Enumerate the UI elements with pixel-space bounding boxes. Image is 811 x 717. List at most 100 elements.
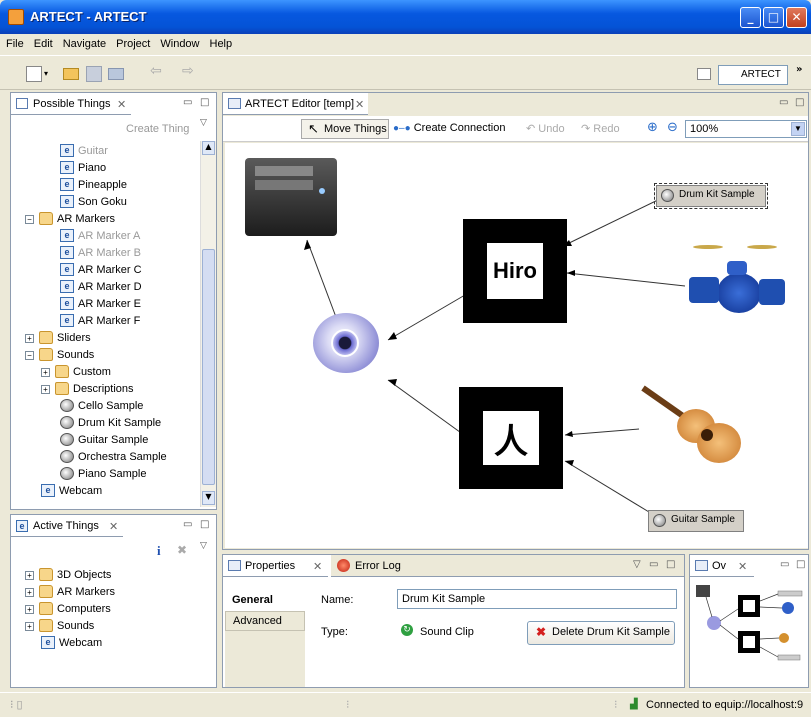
menu-project[interactable]: Project	[110, 34, 154, 50]
scroll-thumb[interactable]	[202, 249, 215, 485]
guitar-sample-node[interactable]: Guitar Sample	[648, 510, 744, 532]
close-tab-icon[interactable]: ✕	[355, 98, 364, 111]
zoom-in-icon[interactable]: ⊕	[647, 120, 658, 135]
new-icon[interactable]	[26, 66, 42, 82]
connection-icon: ●–●	[393, 123, 411, 134]
delete-thing-button[interactable]: ✖ Delete Drum Kit Sample	[527, 621, 675, 645]
kanji-marker-thing[interactable]: 人	[459, 387, 563, 489]
perspective-button[interactable]: ARTECT	[718, 65, 788, 85]
computer-thing[interactable]	[245, 158, 337, 236]
new-dropdown-icon[interactable]: ▾	[44, 69, 52, 85]
menu-bar: File Edit Navigate Project Window Help	[0, 34, 811, 56]
chevron-down-icon[interactable]: ▼	[791, 122, 805, 136]
tab-advanced[interactable]: Advanced	[225, 611, 305, 631]
menu-edit[interactable]: Edit	[28, 34, 57, 50]
overview-thumbnail[interactable]	[694, 583, 804, 683]
tab-active-things[interactable]: e Active Things ✕	[11, 515, 123, 537]
menu-help[interactable]: Help	[204, 34, 237, 50]
collapse-icon[interactable]: −	[25, 351, 34, 360]
undo-icon: ↶	[526, 123, 536, 135]
drum-kit-thing[interactable]	[687, 243, 789, 331]
editor-canvas[interactable]: Hiro 人 Drum Kit Sample Guitar Sample	[225, 143, 808, 548]
minimize-view-icon[interactable]: ▭	[779, 97, 788, 108]
active-things-panel: e Active Things ✕ ▭ □ i ✖ ▽ +3D Objects …	[10, 514, 217, 688]
save-icon[interactable]	[86, 66, 102, 82]
open-icon[interactable]	[63, 68, 79, 80]
forward-icon[interactable]: ⇨	[182, 63, 198, 79]
more-perspectives-icon[interactable]: »	[796, 64, 802, 75]
scroll-up-icon[interactable]: ▲	[202, 141, 215, 155]
move-things-tool[interactable]: ↖ Move Things	[301, 119, 389, 139]
pointer-icon: ↖	[308, 121, 319, 136]
maximize-view-icon[interactable]: □	[200, 97, 209, 108]
hiro-marker-label: Hiro	[493, 258, 537, 283]
expand-icon[interactable]: +	[25, 605, 34, 614]
menu-file[interactable]: File	[0, 34, 28, 50]
minimize-view-icon[interactable]: ▭	[183, 519, 192, 530]
minimize-view-icon[interactable]: ▭	[780, 559, 789, 570]
tab-general[interactable]: General	[225, 591, 305, 611]
sound-icon	[661, 189, 674, 202]
expand-icon[interactable]: +	[25, 571, 34, 580]
zoom-select[interactable]: 100% ▼	[685, 120, 807, 138]
minimize-view-icon[interactable]: ▭	[183, 97, 192, 108]
expand-icon[interactable]: +	[25, 622, 34, 631]
close-tab-icon[interactable]: ✕	[738, 560, 747, 573]
tab-properties[interactable]: Properties ✕	[223, 555, 328, 577]
redo-button[interactable]: ↷ Redo	[581, 122, 620, 135]
maximize-view-icon[interactable]: □	[666, 559, 675, 570]
title-bar[interactable]: ARTECT - ARTECT _ □ ✕	[0, 0, 811, 34]
zoom-out-icon[interactable]: ⊖	[667, 120, 678, 135]
expand-icon[interactable]: +	[41, 385, 50, 394]
webcam-thing[interactable]	[313, 313, 383, 379]
menu-navigate[interactable]: Navigate	[57, 34, 110, 50]
sound-icon	[60, 450, 74, 463]
maximize-view-icon[interactable]: □	[200, 519, 209, 530]
close-tab-icon[interactable]: ✕	[117, 98, 126, 111]
properties-icon	[228, 560, 241, 571]
tab-overview[interactable]: Ov ✕	[690, 555, 754, 577]
view-menu-icon[interactable]: ▽	[200, 541, 207, 551]
menu-window[interactable]: Window	[154, 34, 203, 50]
minimize-view-icon[interactable]: ▭	[649, 559, 658, 570]
minimize-button[interactable]: _	[740, 7, 761, 28]
name-field[interactable]: Drum Kit Sample	[397, 589, 677, 609]
remove-icon[interactable]: ✖	[177, 543, 187, 557]
undo-button[interactable]: ↶ Undo	[526, 122, 565, 135]
tab-error-log[interactable]: Error Log	[331, 555, 411, 577]
info-icon[interactable]: i	[157, 543, 161, 559]
overview-panel: Ov ✕ ▭ □	[689, 554, 809, 688]
lens-icon	[331, 329, 359, 357]
folder-icon	[39, 585, 53, 598]
view-menu-icon[interactable]: ▽	[633, 559, 641, 570]
vertical-scrollbar[interactable]: ▲ ▼	[200, 141, 216, 507]
sound-icon	[60, 433, 74, 446]
view-menu-icon[interactable]: ▽	[200, 118, 207, 128]
guitar-thing[interactable]	[639, 379, 743, 469]
print-icon[interactable]	[108, 68, 124, 80]
expand-icon[interactable]: +	[41, 368, 50, 377]
tab-label: Ov	[712, 560, 727, 572]
expand-icon[interactable]: +	[25, 334, 34, 343]
maximize-view-icon[interactable]: □	[796, 559, 805, 570]
create-connection-tool[interactable]: ●–● Create Connection	[393, 122, 505, 134]
possible-things-panel: Possible Things ✕ ▭ □ Create Thing ▽ e Gu…	[10, 92, 217, 510]
close-button[interactable]: ✕	[786, 7, 807, 28]
maximize-view-icon[interactable]: □	[795, 97, 804, 108]
close-tab-icon[interactable]: ✕	[109, 520, 118, 533]
drum-kit-sample-node[interactable]: Drum Kit Sample	[654, 183, 768, 209]
maximize-button[interactable]: □	[763, 7, 784, 28]
tab-artect-editor[interactable]: ARTECT Editor [temp] ✕	[223, 93, 368, 115]
connected-icon: ▟	[630, 699, 638, 710]
collapse-icon[interactable]: −	[25, 215, 34, 224]
hiro-marker-thing[interactable]: Hiro	[463, 219, 567, 323]
sound-icon	[60, 416, 74, 429]
fast-view-icon[interactable]: ⁝ ▯	[10, 698, 23, 711]
back-icon[interactable]: ⇦	[150, 63, 166, 79]
open-perspective-icon[interactable]	[697, 68, 711, 80]
scroll-down-icon[interactable]: ▼	[202, 491, 215, 505]
create-thing-button[interactable]: Create Thing	[126, 123, 189, 135]
expand-icon[interactable]: +	[25, 588, 34, 597]
close-tab-icon[interactable]: ✕	[313, 560, 322, 573]
tab-possible-things[interactable]: Possible Things ✕	[11, 93, 131, 115]
